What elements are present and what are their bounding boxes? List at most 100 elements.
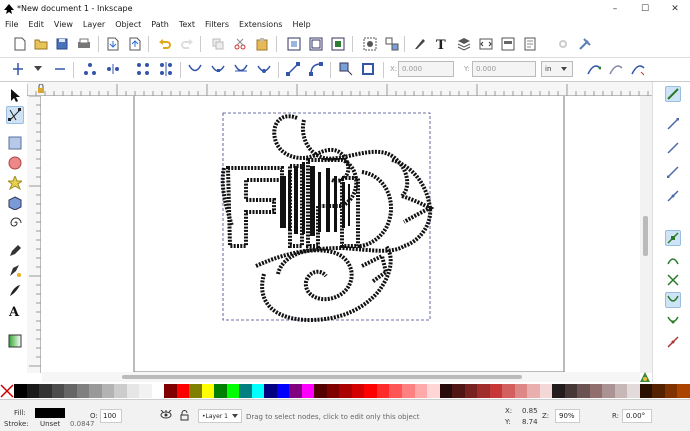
- preferences-icon[interactable]: [555, 36, 571, 52]
- toggle-visibility-icon[interactable]: [160, 409, 172, 422]
- color-swatch[interactable]: [364, 384, 377, 398]
- color-swatch[interactable]: [314, 384, 327, 398]
- color-swatch[interactable]: [189, 384, 202, 398]
- color-swatch[interactable]: [151, 384, 165, 398]
- color-swatch[interactable]: [126, 384, 140, 398]
- color-swatch[interactable]: [14, 384, 27, 398]
- smooth-node-icon[interactable]: [210, 61, 226, 77]
- ellipse-tool-icon[interactable]: [6, 154, 24, 172]
- export-icon[interactable]: [127, 36, 143, 52]
- color-swatch[interactable]: [51, 384, 65, 398]
- color-swatch[interactable]: [301, 384, 315, 398]
- color-swatch[interactable]: [139, 384, 152, 398]
- insert-node-icon[interactable]: [10, 61, 26, 77]
- color-swatch[interactable]: [401, 384, 415, 398]
- color-swatch[interactable]: [264, 384, 277, 398]
- color-swatch[interactable]: [276, 384, 290, 398]
- current-layer-select[interactable]: •Layer 1: [198, 409, 242, 423]
- color-swatch[interactable]: [527, 384, 540, 398]
- color-swatch[interactable]: [389, 384, 402, 398]
- color-swatch[interactable]: [614, 384, 628, 398]
- snap-intersections-icon[interactable]: [665, 272, 681, 288]
- pencil-tool-icon[interactable]: [6, 242, 24, 260]
- color-swatch[interactable]: [101, 384, 115, 398]
- color-swatch[interactable]: [489, 384, 503, 398]
- snap-bbox-corners-icon[interactable]: [665, 164, 681, 180]
- color-swatch[interactable]: [477, 384, 490, 398]
- ungroup-icon[interactable]: [384, 36, 400, 52]
- show-outline-icon[interactable]: [608, 61, 624, 77]
- horizontal-ruler[interactable]: [27, 82, 652, 96]
- minimize-button[interactable]: –: [600, 0, 630, 17]
- color-swatch[interactable]: [214, 384, 227, 398]
- horizontal-scrollbar[interactable]: [42, 372, 640, 382]
- snap-line-midpoints-icon[interactable]: [665, 334, 681, 350]
- menu-file[interactable]: File: [5, 20, 18, 29]
- object-to-path-icon[interactable]: [338, 61, 354, 77]
- show-handles-icon[interactable]: [586, 61, 602, 77]
- snap-nodes-icon[interactable]: [665, 230, 681, 246]
- stroke-to-path-icon[interactable]: [360, 61, 376, 77]
- color-swatch[interactable]: [452, 384, 465, 398]
- color-swatch[interactable]: [114, 384, 127, 398]
- close-button[interactable]: ✕: [660, 0, 690, 17]
- paste-icon[interactable]: [254, 36, 270, 52]
- vertical-ruler[interactable]: [27, 96, 41, 373]
- symmetric-node-icon[interactable]: [233, 61, 249, 77]
- color-swatch[interactable]: [427, 384, 440, 398]
- break-path-icon[interactable]: [105, 61, 121, 77]
- join-segment-icon[interactable]: [135, 61, 151, 77]
- color-swatch[interactable]: [39, 384, 52, 398]
- snap-bbox-midpoints-icon[interactable]: [665, 188, 681, 204]
- layers-icon[interactable]: [456, 36, 472, 52]
- cusp-node-icon[interactable]: [187, 61, 203, 77]
- vertical-scrollbar-thumb[interactable]: [643, 216, 648, 256]
- maximize-button[interactable]: ☐: [630, 0, 660, 17]
- align-distribute-icon[interactable]: [500, 36, 516, 52]
- lock-guides-icon[interactable]: [37, 83, 45, 96]
- menu-view[interactable]: View: [54, 20, 73, 29]
- menu-extensions[interactable]: Extensions: [239, 20, 282, 29]
- dropdown-arrow-icon[interactable]: [30, 61, 46, 77]
- path-effects-icon[interactable]: [630, 61, 646, 77]
- color-swatch[interactable]: [502, 384, 515, 398]
- menu-help[interactable]: Help: [292, 20, 310, 29]
- color-swatch[interactable]: [251, 384, 265, 398]
- zoom-drawing-icon[interactable]: [308, 36, 324, 52]
- color-swatch[interactable]: [239, 384, 252, 398]
- undo-icon[interactable]: [157, 36, 173, 52]
- redo-icon[interactable]: [179, 36, 195, 52]
- color-swatch[interactable]: [76, 384, 90, 398]
- color-swatch[interactable]: [339, 384, 352, 398]
- join-nodes-icon[interactable]: [82, 61, 98, 77]
- snap-paths-icon[interactable]: [665, 252, 681, 268]
- no-paint-swatch[interactable]: [0, 384, 14, 398]
- open-file-icon[interactable]: [33, 36, 49, 52]
- document-properties-icon[interactable]: [522, 36, 538, 52]
- duplicate-icon[interactable]: [210, 36, 226, 52]
- text-font-icon[interactable]: T: [434, 36, 450, 52]
- drawing-canvas[interactable]: [42, 96, 640, 373]
- color-swatch[interactable]: [589, 384, 603, 398]
- menu-layer[interactable]: Layer: [83, 20, 105, 29]
- toggle-lock-icon[interactable]: [180, 410, 189, 423]
- spiral-tool-icon[interactable]: [6, 214, 24, 232]
- color-swatch[interactable]: [226, 384, 240, 398]
- color-swatch[interactable]: [289, 384, 302, 398]
- snap-bbox-edges-icon[interactable]: [665, 140, 681, 156]
- color-swatch[interactable]: [89, 384, 102, 398]
- star-tool-icon[interactable]: [6, 174, 24, 192]
- save-icon[interactable]: [54, 36, 70, 52]
- stroke-value[interactable]: Unset: [40, 420, 60, 428]
- color-swatch[interactable]: [552, 384, 565, 398]
- menu-edit[interactable]: Edit: [28, 20, 44, 29]
- color-swatch[interactable]: [164, 384, 177, 398]
- delete-node-icon[interactable]: [52, 61, 68, 77]
- color-swatch[interactable]: [64, 384, 77, 398]
- color-swatch[interactable]: [539, 384, 553, 398]
- fill-stroke-icon[interactable]: [412, 36, 428, 52]
- color-swatch[interactable]: [176, 384, 190, 398]
- 3d-box-tool-icon[interactable]: [6, 194, 24, 212]
- xml-editor-icon[interactable]: [478, 36, 494, 52]
- x-coordinate-field[interactable]: 0.000: [398, 61, 454, 77]
